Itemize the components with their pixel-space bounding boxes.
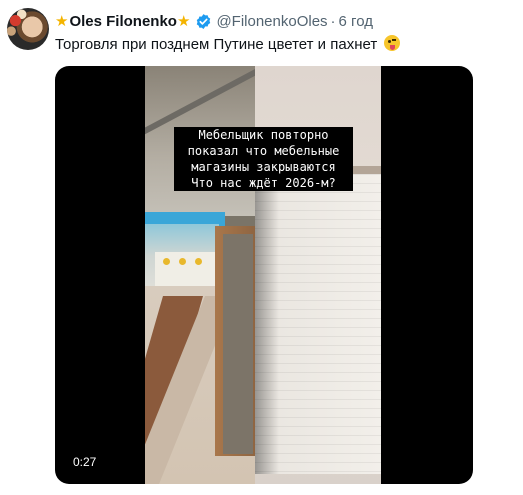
author-handle[interactable]: @FilonenkoOles (216, 13, 327, 30)
author-avatar[interactable] (7, 8, 49, 50)
column-shadow (223, 234, 253, 454)
star-icon: ★ (55, 12, 69, 30)
tweet[interactable]: ★ Oles Filonenko ★ @FilonenkoOles · 6 го… (0, 0, 523, 495)
video-frame[interactable]: Мебельщик повторно показал что мебельные… (145, 66, 381, 484)
video-duration: 0:27 (73, 455, 97, 469)
caption-line: магазины закрываются (191, 160, 336, 174)
caption-line: показал что мебельные (187, 144, 340, 158)
video-caption: Мебельщик повторно показал что мебельные… (174, 127, 353, 191)
verified-badge-icon (195, 13, 212, 30)
avatar-headdress (7, 8, 49, 50)
post-timestamp[interactable]: 6 год (339, 13, 373, 30)
tweet-text: Торговля при позднем Путине цветет и пах… (55, 35, 401, 55)
shutter-shadow (255, 174, 279, 474)
caption-line: Что нас ждёт 2026-м? (191, 176, 336, 190)
star-icon: ★ (176, 12, 191, 30)
separator-dot: · (330, 12, 336, 30)
video-player[interactable]: Мебельщик повторно показал что мебельные… (55, 66, 473, 484)
zany-face-emoji-icon (384, 35, 401, 51)
caption-line: Мебельщик повторно (198, 128, 329, 142)
author-name[interactable]: Oles Filonenko (69, 13, 177, 30)
tweet-text-body: Торговля при позднем Путине цветет и пах… (55, 36, 378, 53)
tweet-header: ★ Oles Filonenko ★ @FilonenkoOles · 6 го… (55, 11, 373, 31)
